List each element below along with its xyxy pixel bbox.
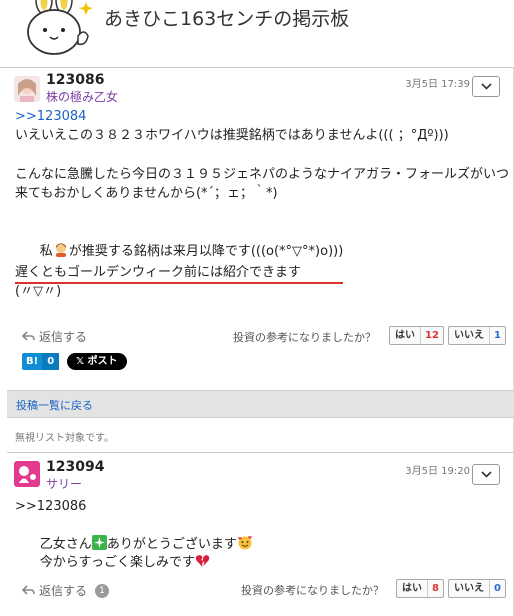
post-username[interactable]: サリー	[46, 475, 82, 492]
reply-count-badge: 1	[95, 583, 110, 598]
reply-button[interactable]: 返信する 1	[22, 582, 110, 599]
post-username[interactable]: 株の極み乙女	[46, 88, 118, 105]
reply-anchor-link[interactable]: >>123084	[15, 108, 86, 126]
vote-yes-label: はい	[397, 580, 428, 597]
ignore-list-note: 無視リスト対象です。	[15, 433, 114, 444]
vote-question: 投資の参考になりましたか？	[241, 584, 384, 597]
back-to-list-bar: 投稿一覧に戻る	[7, 390, 514, 418]
vote-question: 投資の参考になりましたか？	[233, 331, 376, 344]
reply-arrow-icon	[22, 585, 35, 595]
board-header: あきひこ163センチの掲示板	[0, 0, 514, 68]
post-number: 123086	[46, 72, 105, 88]
reply-button[interactable]: 返信する	[22, 328, 87, 345]
hatena-logo: B!	[26, 356, 39, 367]
post-text-fragment: 今からすっごく楽しみです	[39, 555, 196, 570]
post-menu-button[interactable]	[472, 464, 500, 485]
reply-anchor-text[interactable]: >>123086	[15, 498, 86, 516]
post-text-fragment: が推奨する銘柄は来月以降です(((o(*°▽°*)o)))	[68, 244, 344, 259]
hatena-bookmark-button[interactable]: B! 0	[22, 353, 60, 370]
post-menu-button[interactable]	[472, 76, 500, 97]
board-title: あきひこ163センチの掲示板	[104, 8, 350, 30]
post-date: 3月5日 19:20	[405, 466, 470, 477]
avatar[interactable]	[14, 76, 40, 102]
rabbit-mascot-icon	[27, 0, 93, 55]
x-post-button[interactable]: 𝕏 ポスト	[67, 353, 127, 370]
avatar[interactable]	[14, 461, 40, 487]
vote-yes-count: 12	[425, 330, 439, 341]
vote-no-button[interactable]: いいえ 1	[448, 326, 506, 345]
vote-no-button[interactable]: いいえ 0	[448, 579, 506, 598]
smiling-face-hearts-emoji-icon	[237, 536, 252, 550]
vote-no-label: いいえ	[449, 327, 490, 344]
reply-label: 返信する	[39, 584, 88, 598]
vote-yes-label: はい	[390, 327, 421, 344]
vote-yes-count: 8	[432, 583, 439, 594]
vote-yes-button[interactable]: はい 8	[396, 579, 444, 598]
back-to-list-link[interactable]: 投稿一覧に戻る	[16, 397, 93, 413]
broken-heart-emoji-icon	[195, 555, 210, 567]
vote-yes-button[interactable]: はい 12	[389, 326, 444, 345]
vote-no-count: 1	[494, 330, 501, 341]
post-date: 3月5日 17:39	[405, 79, 470, 90]
chevron-down-icon	[481, 471, 492, 478]
woman-emoji-icon	[55, 243, 66, 257]
post-number: 123094	[46, 459, 105, 475]
post-text-line: 来てもおかしくありませんから(*´；ェ；｀*)	[15, 186, 278, 201]
post-text-line: こんなに急騰したら今日の３１９５ジェネパのようなナイアガラ・フォールズがいつ	[15, 167, 510, 182]
post-text-line: (〃▽〃)	[15, 284, 62, 299]
chevron-down-icon	[481, 83, 492, 90]
reply-label: 返信する	[39, 330, 88, 344]
reply-arrow-icon	[22, 331, 35, 341]
post-text-line: いえいえこの３８２３ホワイハウは推奨銘柄ではありませんよ((( ；°Дº)))	[15, 128, 449, 143]
vote-no-count: 0	[494, 583, 501, 594]
divider	[7, 452, 514, 453]
board-page: あきひこ163センチの掲示板 123086 株の極み乙女 3月5日 17:39 …	[0, 0, 514, 616]
hatena-count: 0	[42, 353, 60, 370]
vote-no-label: いいえ	[449, 580, 490, 597]
post-text-fragment: 私	[39, 244, 53, 259]
post-text-line: 遅くともゴールデンウィーク前には紹介できます	[15, 265, 302, 280]
